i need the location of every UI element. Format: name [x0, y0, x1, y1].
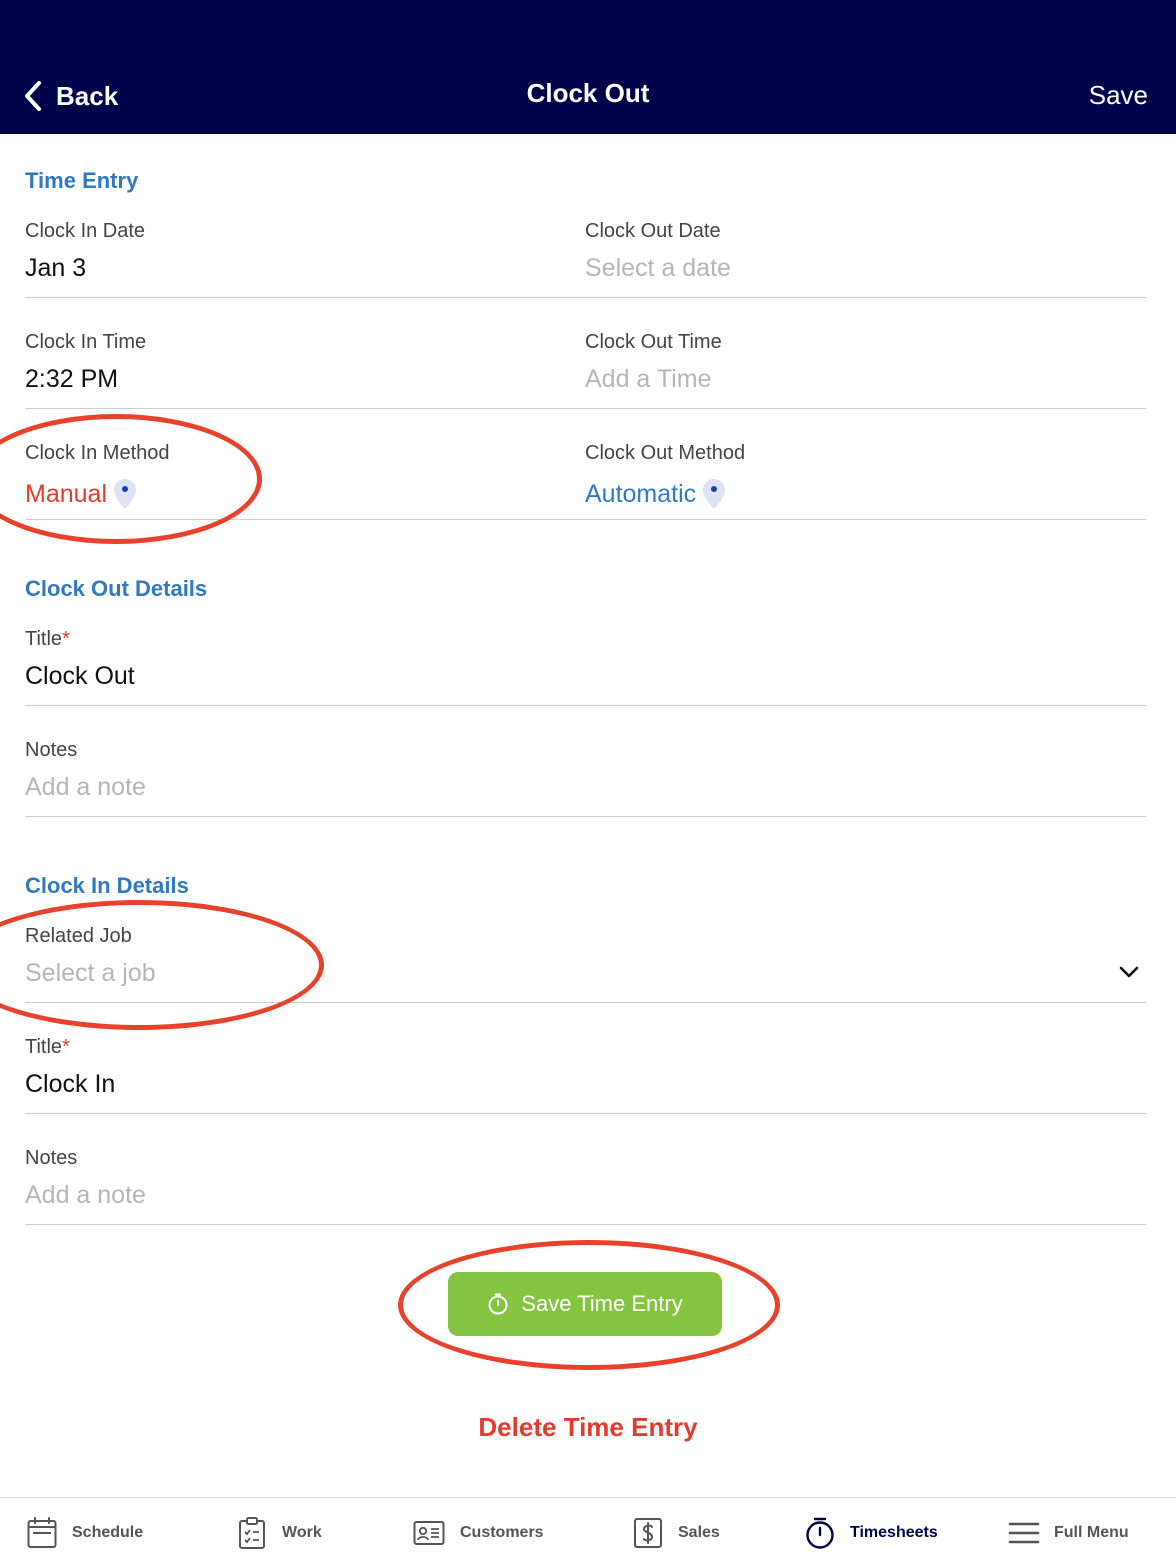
location-pin-icon[interactable] [702, 478, 726, 510]
divider [25, 1113, 1146, 1114]
clock-out-title-label: Title* [25, 628, 70, 650]
clock-out-notes-placeholder: Add a note [25, 772, 146, 801]
tab-timesheets[interactable]: Timesheets [804, 1498, 938, 1568]
clock-in-title-label: Title* [25, 1036, 70, 1058]
divider [25, 1002, 1146, 1003]
dollar-icon [634, 1518, 662, 1548]
required-mark: * [62, 1036, 70, 1058]
calendar-icon [27, 1517, 57, 1548]
tab-sales[interactable]: Sales [632, 1498, 720, 1568]
clock-out-method-field: Clock Out Method Automatic [585, 442, 1145, 509]
clock-in-method-field: Clock In Method Manual [25, 442, 565, 509]
location-pin-icon[interactable] [113, 478, 137, 510]
save-time-entry-label: Save Time Entry [521, 1291, 683, 1316]
clock-out-method-row: Automatic [585, 479, 1145, 509]
hamburger-icon [1008, 1522, 1040, 1544]
clock-out-date-field[interactable]: Clock Out Date Select a date [585, 220, 1145, 283]
stopwatch-icon [488, 1293, 508, 1315]
clock-out-title-field[interactable]: Title* Clock Out [25, 628, 1146, 691]
tab-label: Full Menu [1054, 1524, 1129, 1541]
related-job-select[interactable]: Related Job Select a job [25, 925, 1146, 988]
clock-in-date-value: Jan 3 [25, 253, 87, 282]
required-mark: * [62, 628, 70, 650]
save-time-entry-button[interactable]: Save Time Entry [448, 1272, 722, 1336]
clock-out-date-placeholder: Select a date [585, 253, 731, 282]
clock-out-date-label: Clock Out Date [585, 220, 721, 242]
clock-in-title-value: Clock In [25, 1069, 116, 1098]
clock-in-notes-label: Notes [25, 1147, 78, 1169]
tab-schedule[interactable]: Schedule [26, 1498, 143, 1568]
divider [25, 1224, 1146, 1225]
divider [25, 816, 1146, 817]
clock-out-title-value: Clock Out [25, 661, 135, 690]
tab-full-menu[interactable]: Full Menu [1008, 1498, 1129, 1568]
contact-card-icon [413, 1521, 445, 1545]
clock-in-time-field[interactable]: Clock In Time 2:32 PM [25, 331, 565, 394]
tab-customers[interactable]: Customers [412, 1498, 544, 1568]
clock-in-notes-placeholder: Add a note [25, 1180, 146, 1209]
app-header: Back Clock Out Save [0, 0, 1176, 134]
clock-in-time-label: Clock In Time [25, 331, 147, 353]
clock-out-notes-field[interactable]: Notes Add a note [25, 739, 1146, 802]
clipboard-icon [239, 1517, 265, 1549]
tab-label: Work [282, 1524, 322, 1541]
delete-time-entry-button[interactable]: Delete Time Entry [0, 1412, 1176, 1443]
clock-in-time-value: 2:32 PM [25, 364, 119, 393]
divider [25, 519, 1146, 520]
divider [25, 705, 1146, 706]
clock-in-method-value: Manual [25, 479, 107, 508]
divider [25, 297, 1146, 298]
clock-in-date-label: Clock In Date [25, 220, 146, 242]
tab-label: Sales [678, 1524, 720, 1541]
divider [25, 408, 1146, 409]
section-title-clock-in-details: Clock In Details [25, 873, 189, 898]
clock-out-time-placeholder: Add a Time [585, 364, 712, 393]
save-button[interactable]: Save [1089, 80, 1148, 111]
page-title: Clock Out [526, 78, 650, 108]
tab-label: Timesheets [850, 1524, 938, 1541]
stopwatch-icon [806, 1517, 834, 1549]
related-job-placeholder: Select a job [25, 958, 156, 987]
tab-label: Schedule [72, 1524, 144, 1541]
clock-in-date-field[interactable]: Clock In Date Jan 3 [25, 220, 565, 283]
clock-out-method-label: Clock Out Method [585, 442, 746, 464]
clock-out-notes-label: Notes [25, 739, 78, 761]
chevron-down-icon[interactable] [1118, 964, 1140, 980]
clock-out-time-field[interactable]: Clock Out Time Add a Time [585, 331, 1145, 394]
clock-out-method-value: Automatic [585, 479, 697, 508]
tab-label: Customers [460, 1524, 544, 1541]
related-job-label: Related Job [25, 925, 132, 947]
tab-work[interactable]: Work [236, 1498, 322, 1568]
clock-out-time-label: Clock Out Time [585, 331, 722, 353]
clock-in-method-label: Clock In Method [25, 442, 170, 464]
clock-in-notes-field[interactable]: Notes Add a note [25, 1147, 1146, 1210]
bottom-tab-bar: Schedule Work Customers Sales Timesheets… [0, 1497, 1176, 1568]
section-title-clock-out-details: Clock Out Details [25, 576, 208, 601]
clock-in-title-field[interactable]: Title* Clock In [25, 1036, 1146, 1099]
section-title-time-entry: Time Entry [25, 168, 139, 193]
clock-in-method-row: Manual [25, 479, 565, 509]
